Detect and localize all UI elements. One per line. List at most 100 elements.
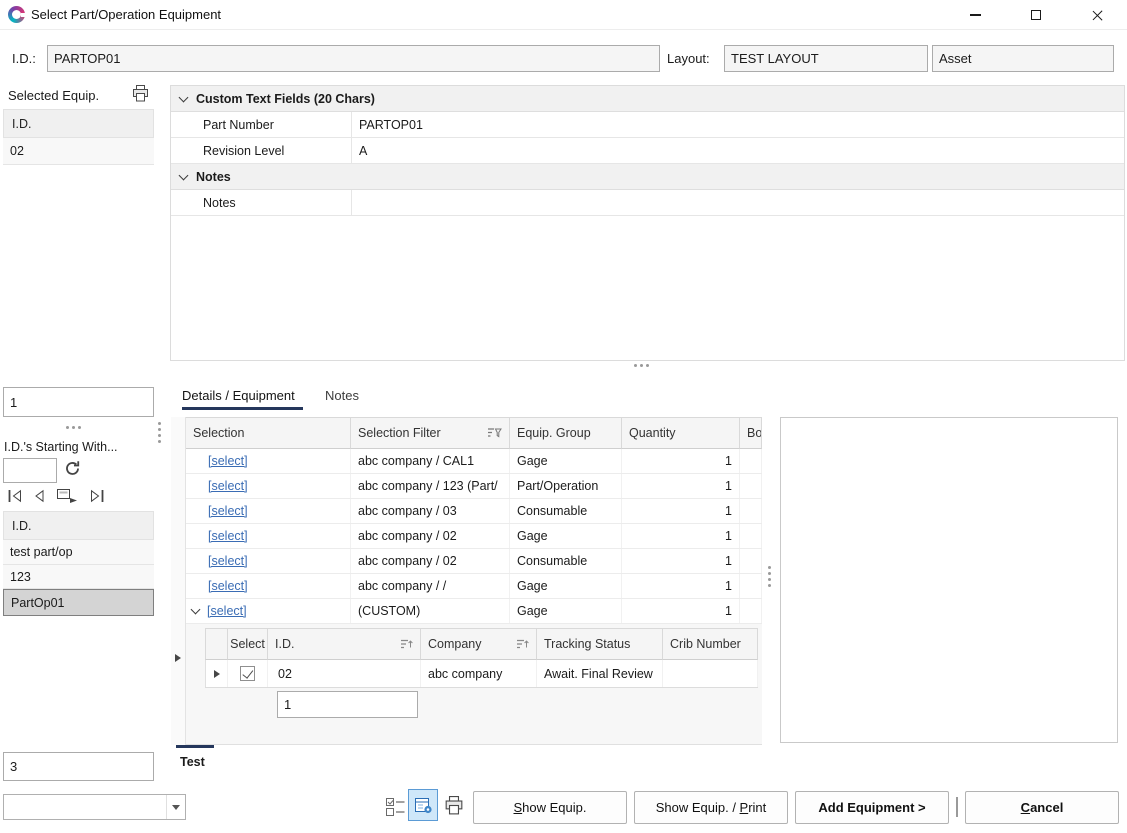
sort-icon — [400, 639, 413, 649]
splitter-handle-left[interactable] — [66, 426, 81, 429]
row-expander-chevron-down-icon[interactable] — [191, 605, 201, 615]
equip-group-cell: Gage — [510, 574, 622, 598]
refresh-button[interactable] — [64, 460, 81, 480]
id-input[interactable] — [47, 45, 660, 72]
field-value[interactable]: PARTOP01 — [352, 112, 1124, 137]
nested-column-header-company[interactable]: Company — [421, 628, 537, 660]
print-selected-button[interactable] — [132, 85, 149, 105]
id-list-item[interactable]: test part/op — [3, 540, 154, 565]
grid-row-header-strip — [171, 417, 186, 745]
detail-panel: Custom Text Fields (20 Chars) Part Numbe… — [170, 85, 1125, 361]
borrowed-cell — [740, 524, 762, 548]
nav-goto-button[interactable] — [56, 487, 80, 507]
selection-filter-cell: abc company / 123 (Part/ — [351, 474, 510, 498]
selected-qty-input[interactable] — [3, 387, 154, 417]
maximize-icon — [1031, 10, 1041, 20]
close-icon — [1091, 9, 1104, 22]
equip-group-cell: Consumable — [510, 499, 622, 523]
show-selection-column-button[interactable] — [385, 796, 406, 820]
selection-filter-cell: abc company / 02 — [351, 549, 510, 573]
nested-column-header-select[interactable]: Select — [228, 628, 268, 660]
nav-first-button[interactable] — [6, 488, 24, 507]
select-checkbox[interactable] — [240, 666, 255, 681]
layout-input[interactable] — [724, 45, 928, 72]
print-button[interactable] — [444, 796, 464, 818]
nested-row-header-corner — [205, 628, 228, 660]
column-header-selection[interactable]: Selection — [186, 417, 351, 449]
nested-column-header-crib-number[interactable]: Crib Number — [663, 628, 758, 660]
grid-header-row: Selection Selection Filter Equip. Group … — [186, 417, 762, 449]
column-header-equip-group[interactable]: Equip. Group — [510, 417, 622, 449]
select-link[interactable]: [select] — [208, 454, 248, 468]
grid-row-expanded[interactable]: [select] (CUSTOM) Gage 1 — [186, 599, 762, 624]
selection-filter-cell: abc company / 02 — [351, 524, 510, 548]
auto-add-toggle-button[interactable] — [408, 789, 438, 821]
select-link[interactable]: [select] — [208, 529, 248, 543]
splitter-handle-right-vertical[interactable] — [768, 566, 771, 587]
column-header-quantity[interactable]: Quantity — [622, 417, 740, 449]
notes-section-header[interactable]: Notes — [171, 164, 1124, 190]
tab-test[interactable]: Test — [180, 755, 205, 769]
grid-row[interactable]: [select] abc company / / Gage 1 — [186, 574, 762, 599]
grid-row[interactable]: [select] abc company / 03 Consumable 1 — [186, 499, 762, 524]
count-input[interactable] — [3, 752, 154, 781]
nav-first-icon — [6, 488, 24, 504]
bottom-tab-indicator — [176, 745, 214, 748]
nested-quantity-input[interactable] — [277, 691, 418, 718]
nested-grid-row[interactable]: 02 abc company Await. Final Review — [205, 660, 758, 688]
grid-row[interactable]: [select] abc company / CAL1 Gage 1 — [186, 449, 762, 474]
nav-previous-button[interactable] — [32, 488, 46, 507]
quantity-cell: 1 — [622, 599, 740, 623]
grid-row[interactable]: [select] abc company / 02 Consumable 1 — [186, 549, 762, 574]
borrowed-cell — [740, 449, 762, 473]
select-link[interactable]: [select] — [208, 579, 248, 593]
tab-notes[interactable]: Notes — [325, 388, 359, 403]
tab-details-equipment[interactable]: Details / Equipment — [182, 388, 295, 403]
left-dropdown-arrow-button[interactable] — [166, 795, 185, 819]
field-value[interactable]: A — [352, 138, 1124, 163]
title-bar: Select Part/Operation Equipment — [0, 0, 1127, 30]
selected-equip-label: Selected Equip. — [8, 88, 99, 103]
selected-equip-list-item[interactable]: 02 — [3, 138, 154, 165]
cancel-button[interactable]: Cancel — [965, 791, 1119, 824]
select-link[interactable]: [select] — [208, 554, 248, 568]
show-equip-print-button[interactable]: Show Equip. / Print — [634, 791, 788, 824]
minimize-button[interactable] — [953, 0, 998, 30]
add-equipment-button[interactable]: Add Equipment > — [795, 791, 949, 824]
id-list-item[interactable]: 123 — [3, 565, 154, 589]
column-header-label: I.D. — [275, 637, 294, 651]
nested-column-header-id[interactable]: I.D. — [268, 628, 421, 660]
nested-column-header-tracking-status[interactable]: Tracking Status — [537, 628, 663, 660]
asset-input[interactable] — [932, 45, 1114, 72]
window-title: Select Part/Operation Equipment — [31, 7, 221, 22]
splitter-handle-horizontal[interactable] — [634, 364, 649, 367]
column-header-label: Company — [428, 637, 482, 651]
auto-add-icon — [414, 796, 433, 815]
layout-label: Layout: — [667, 51, 710, 66]
borrowed-cell — [740, 549, 762, 573]
column-header-borrowed[interactable]: Bo — [740, 417, 762, 449]
borrowed-cell — [740, 574, 762, 598]
equip-group-cell: Gage — [510, 599, 622, 623]
equip-group-cell: Gage — [510, 449, 622, 473]
selection-filter-cell: abc company / / — [351, 574, 510, 598]
grid-row[interactable]: [select] abc company / 123 (Part/ Part/O… — [186, 474, 762, 499]
nav-last-button[interactable] — [88, 488, 106, 507]
field-value[interactable] — [352, 190, 1124, 215]
select-link[interactable]: [select] — [208, 504, 248, 518]
starting-with-input[interactable] — [3, 458, 57, 483]
show-equip-button[interactable]: Show Equip. — [473, 791, 627, 824]
close-button[interactable] — [1075, 0, 1120, 30]
id-list-item-selected[interactable]: PartOp01 — [3, 589, 154, 616]
app-logo-icon — [8, 6, 25, 23]
grid-row[interactable]: [select] abc company / 02 Gage 1 — [186, 524, 762, 549]
show-equip-print-label: Show Equip. / Print — [656, 800, 767, 815]
splitter-handle-left-vertical[interactable] — [158, 422, 161, 443]
sort-icon — [516, 639, 529, 649]
select-link[interactable]: [select] — [207, 604, 247, 618]
maximize-button[interactable] — [1013, 0, 1058, 30]
column-header-selection-filter[interactable]: Selection Filter — [351, 417, 510, 449]
left-dropdown[interactable] — [3, 794, 186, 820]
select-link[interactable]: [select] — [208, 479, 248, 493]
custom-fields-section-header[interactable]: Custom Text Fields (20 Chars) — [171, 86, 1124, 112]
